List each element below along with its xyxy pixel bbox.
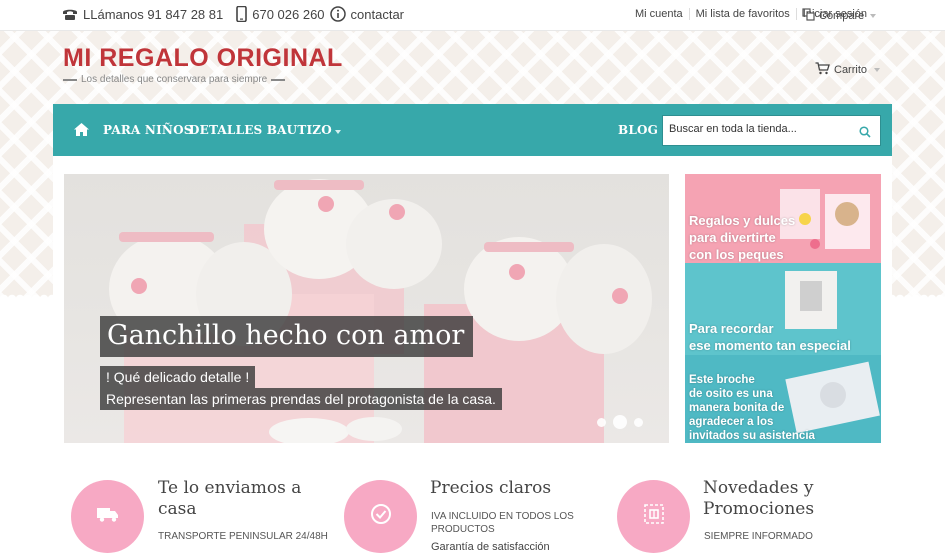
nav-item-blog[interactable]: BLOG [618,123,658,137]
promo-line: Regalos y dulces [689,213,796,228]
compare-icon [802,8,816,24]
phone-icon [62,8,78,21]
phone-number[interactable]: LLámanos 91 847 28 81 [83,7,223,22]
slider-dot-active[interactable] [613,415,627,429]
compare-dropdown[interactable]: Compare [802,8,877,24]
promo-line: con los peques [689,247,784,262]
promo-line: de osito es una [689,388,773,400]
promo-line: Este broche [689,374,755,386]
nav-label: DETALLES BAUTIZO [189,123,332,137]
chevron-down-icon [334,130,341,134]
contact-info: LLámanos 91 847 28 81 670 026 260 contac… [62,6,404,22]
nav-item-detalles-bautizo[interactable]: DETALLES BAUTIZO [189,123,341,137]
promo-line: invitados su asistencia [689,430,815,442]
promo-text-2: Para recordar ese momento tan especial [689,320,851,354]
feature-circle [617,480,690,553]
wishlist-link[interactable]: Mi lista de favoritos [688,8,796,20]
gift-box-icon [643,503,665,530]
slide-caption-line2: Representan las primeras prendas del pro… [100,388,502,410]
info-icon [329,6,346,22]
feature-description: SIEMPRE INFORMADO [704,531,813,542]
search-input[interactable] [669,123,849,135]
hero-slider[interactable]: Ganchillo hecho con amor ! Qué delicado … [64,174,669,443]
promo-line: manera bonita de [689,402,785,414]
truck-icon [96,507,119,527]
promo-line: para divertirte [689,230,776,245]
feature-title: Te lo enviamos a casa [158,478,302,519]
search-box [662,115,881,146]
chevron-down-icon [874,68,881,72]
site-logo[interactable]: MI REGALO ORIGINAL Los detalles que cons… [63,44,343,85]
promo-line: ese momento tan especial [689,338,851,353]
slide-caption-title: Ganchillo hecho con amor [100,316,474,357]
feature-circle [344,480,417,553]
dash-divider [63,78,77,81]
feature-description: TRANSPORTE PENINSULAR 24/48H [158,531,328,542]
contact-link[interactable]: contactar [351,7,404,22]
promo-text-1: Regalos y dulces para divertirte con los… [689,212,795,263]
slider-dot[interactable] [634,417,643,427]
main-navigation: PARA NIÑOS DETALLES BAUTIZO BLOG [53,104,892,156]
feature-description: IVA INCLUIDO EN TODOS LOS PRODUCTOS [431,511,574,535]
cart-icon [815,62,830,78]
home-icon[interactable] [73,122,90,142]
promo-banner[interactable]: Regalos y dulces para divertirte con los… [685,174,881,443]
my-account-link[interactable]: Mi cuenta [629,8,689,20]
promo-line: agradecer a los [689,416,774,428]
check-circle-icon [370,503,392,530]
top-bar: LLámanos 91 847 28 81 670 026 260 contac… [0,0,945,31]
promo-line: Para recordar [689,321,774,336]
logo-subtitle-row: Los detalles que conservara para siempre [63,74,343,85]
nav-item-para-ninos[interactable]: PARA NIÑOS [103,123,193,137]
logo-title: MI REGALO ORIGINAL [63,44,343,72]
dash-divider [271,78,286,81]
feature-title: Novedades y Promociones [703,478,815,519]
search-icon[interactable] [859,125,871,143]
feature-circle [71,480,144,553]
slide-caption-line1: ! Qué delicado detalle ! [100,366,256,388]
slider-pagination [597,415,643,429]
compare-label: Compare [819,10,865,22]
chevron-down-icon [870,14,877,18]
feature-extra: Garantía de satisfacción [431,541,550,553]
cart-dropdown[interactable]: Carrito [815,62,881,78]
promo-text-3: Este broche de osito es una manera bonit… [689,373,815,443]
feature-title: Precios claros [430,478,552,498]
mobile-phone-icon [236,6,248,22]
slider-dot[interactable] [597,417,606,427]
logo-subtitle: Los detalles que conservara para siempre [81,74,268,85]
cart-label: Carrito [834,64,868,76]
mobile-number[interactable]: 670 026 260 [252,7,324,22]
